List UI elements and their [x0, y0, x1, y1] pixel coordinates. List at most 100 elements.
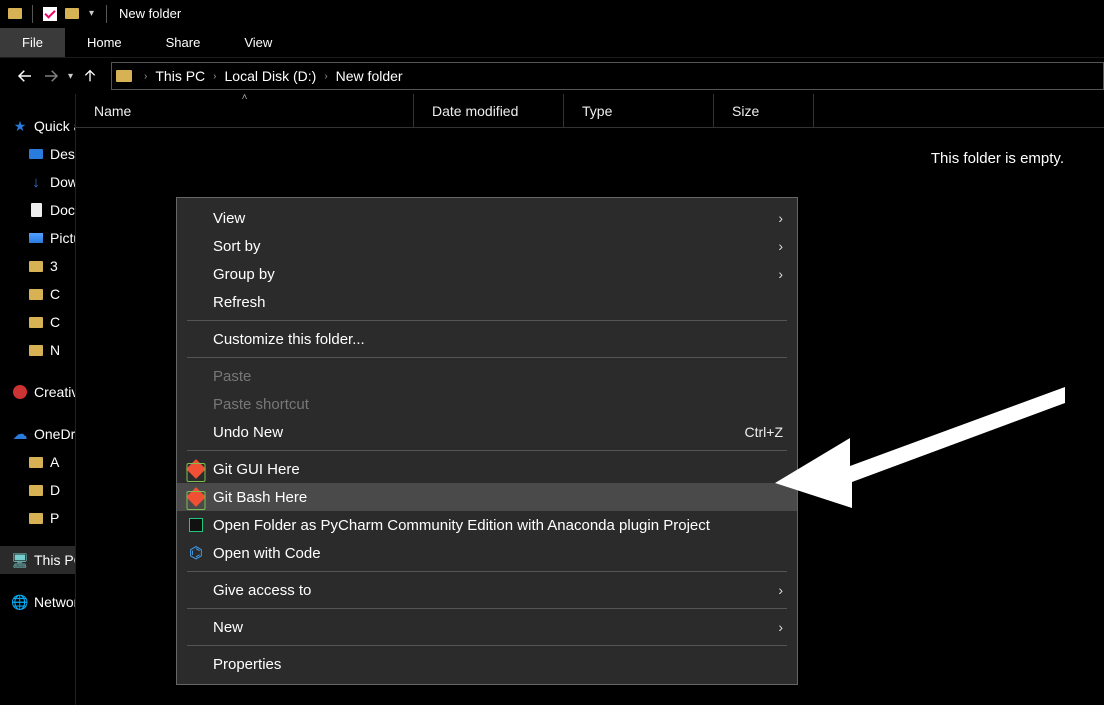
tab-view[interactable]: View [222, 28, 294, 57]
onedrive-icon: ☁ [12, 426, 28, 442]
ribbon-tabs: File Home Share View [0, 28, 1104, 58]
sidebar-item-label: Desktop [50, 146, 75, 162]
sort-asc-icon: ˄ [242, 92, 248, 103]
tab-file[interactable]: File [0, 28, 65, 57]
nav-forward-button[interactable] [40, 65, 62, 87]
tab-home[interactable]: Home [65, 28, 144, 57]
ctx-item-label: New [213, 619, 778, 636]
window-title: New folder [115, 6, 181, 21]
sidebar-folder[interactable]: A [0, 448, 75, 476]
sidebar-item-label: A [50, 454, 59, 470]
ctx-item-label: Properties [213, 656, 783, 673]
sidebar-downloads[interactable]: ↓ Downloads [0, 168, 75, 196]
nav-up-button[interactable] [79, 65, 101, 87]
ctx-paste: Paste [177, 362, 797, 390]
breadcrumb[interactable]: › This PC › Local Disk (D:) › New folder [111, 62, 1104, 90]
sidebar-item-label: Creative Cloud [34, 384, 75, 400]
nav-history-dropdown-icon[interactable]: ▾ [66, 71, 75, 82]
star-icon: ★ [12, 118, 28, 134]
menu-separator [187, 645, 787, 646]
breadcrumb-item[interactable]: Local Disk (D:) [225, 68, 317, 84]
git-icon [187, 460, 205, 478]
chevron-right-icon: › [778, 619, 783, 635]
folder-icon [28, 454, 44, 470]
column-header-date[interactable]: Date modified [414, 94, 564, 127]
creative-cloud-icon [12, 384, 28, 400]
chevron-right-icon[interactable]: › [207, 71, 222, 82]
sidebar-onedrive[interactable]: ☁ OneDrive [0, 420, 75, 448]
sidebar-item-label: 3 [50, 258, 58, 274]
ctx-view[interactable]: View › [177, 204, 797, 232]
ctx-give-access[interactable]: Give access to › [177, 576, 797, 604]
ctx-item-label: Paste shortcut [213, 396, 783, 413]
nav-row: ▾ › This PC › Local Disk (D:) › New fold… [0, 58, 1104, 94]
menu-separator [187, 571, 787, 572]
sidebar-folder[interactable]: N [0, 336, 75, 364]
menu-separator [187, 608, 787, 609]
titlebar-separator [106, 5, 107, 23]
sidebar-this-pc[interactable]: 🖥 This PC [0, 546, 75, 574]
ctx-refresh[interactable]: Refresh [177, 288, 797, 316]
sidebar-item-label: C [50, 314, 60, 330]
context-menu: View › Sort by › Group by › Refresh Cust… [176, 197, 798, 685]
ctx-item-label: View [213, 210, 778, 227]
breadcrumb-item[interactable]: This PC [155, 68, 205, 84]
column-header-name[interactable]: ˄ Name [76, 94, 414, 127]
ctx-sort-by[interactable]: Sort by › [177, 232, 797, 260]
sidebar: ★ Quick access Desktop ↓ Downloads Docum… [0, 94, 76, 705]
ctx-group-by[interactable]: Group by › [177, 260, 797, 288]
titlebar: ▾ New folder [0, 0, 1104, 28]
ctx-properties[interactable]: Properties [177, 650, 797, 678]
sidebar-item-label: Downloads [50, 174, 75, 190]
qat-dropdown-icon[interactable]: ▾ [85, 8, 98, 19]
ctx-git-gui[interactable]: Git GUI Here [177, 455, 797, 483]
ctx-customize-folder[interactable]: Customize this folder... [177, 325, 797, 353]
chevron-right-icon[interactable]: › [138, 71, 153, 82]
sidebar-quick-access[interactable]: ★ Quick access [0, 112, 75, 140]
sidebar-item-label: Pictures [50, 230, 75, 246]
sidebar-creative-cloud[interactable]: Creative Cloud [0, 378, 75, 406]
sidebar-item-label: D [50, 482, 60, 498]
sidebar-desktop[interactable]: Desktop [0, 140, 75, 168]
chevron-right-icon: › [778, 582, 783, 598]
breadcrumb-item[interactable]: New folder [336, 68, 403, 84]
download-icon: ↓ [28, 174, 44, 190]
ctx-undo-new[interactable]: Undo New Ctrl+Z [177, 418, 797, 446]
desktop-icon [28, 146, 44, 162]
folder-icon [28, 482, 44, 498]
chevron-right-icon[interactable]: › [318, 71, 333, 82]
sidebar-folder[interactable]: P [0, 504, 75, 532]
ctx-item-label: Git Bash Here [213, 489, 783, 506]
sidebar-documents[interactable]: Documents [0, 196, 75, 224]
sidebar-item-label: P [50, 510, 59, 526]
sidebar-item-label: Network [34, 594, 75, 610]
tab-share[interactable]: Share [144, 28, 223, 57]
nav-back-button[interactable] [14, 65, 36, 87]
pycharm-icon [187, 516, 205, 534]
ctx-item-label: Open with Code [213, 545, 783, 562]
pictures-icon [28, 230, 44, 246]
ctx-item-label: Group by [213, 266, 778, 283]
ctx-item-shortcut: Ctrl+Z [745, 424, 784, 440]
column-header-size[interactable]: Size [714, 94, 814, 127]
folder-icon [28, 342, 44, 358]
sidebar-item-label: C [50, 286, 60, 302]
sidebar-pictures[interactable]: Pictures [0, 224, 75, 252]
ctx-git-bash[interactable]: Git Bash Here [177, 483, 797, 511]
sidebar-folder[interactable]: C [0, 280, 75, 308]
sidebar-item-label: Quick access [34, 118, 75, 134]
ctx-vscode[interactable]: ⌬ Open with Code [177, 539, 797, 567]
sidebar-folder[interactable]: 3 [0, 252, 75, 280]
ctx-item-label: Open Folder as PyCharm Community Edition… [213, 517, 783, 534]
properties-icon[interactable] [41, 5, 59, 23]
sidebar-network[interactable]: 🌐 Network [0, 588, 75, 616]
column-header-type[interactable]: Type [564, 94, 714, 127]
sidebar-folder[interactable]: D [0, 476, 75, 504]
document-icon [28, 202, 44, 218]
sidebar-folder[interactable]: C [0, 308, 75, 336]
ctx-new[interactable]: New › [177, 613, 797, 641]
folder-icon [63, 5, 81, 23]
sidebar-item-label: OneDrive [34, 426, 75, 442]
folder-icon [28, 510, 44, 526]
ctx-pycharm[interactable]: Open Folder as PyCharm Community Edition… [177, 511, 797, 539]
